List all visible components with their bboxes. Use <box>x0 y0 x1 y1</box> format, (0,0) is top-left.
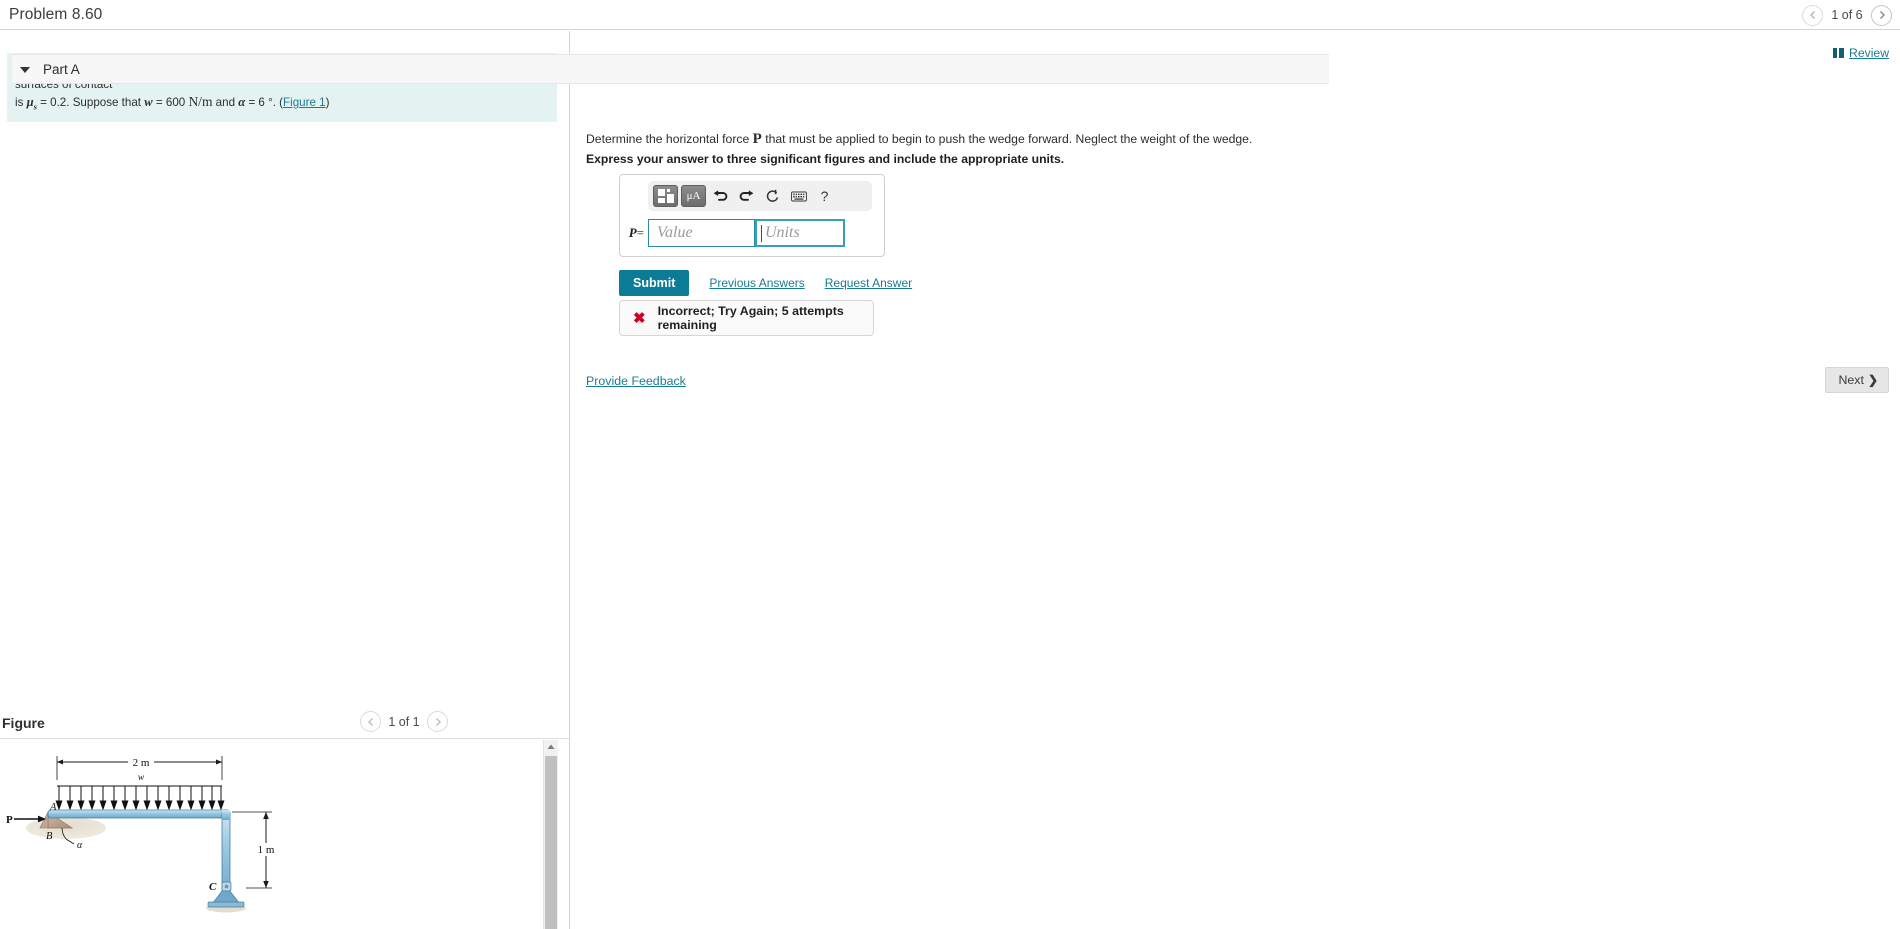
distributed-load-arrows <box>55 786 225 811</box>
figure-link[interactable]: Figure 1 <box>283 96 326 109</box>
math-template-icon[interactable] <box>653 185 678 207</box>
chevron-left-icon <box>367 717 373 726</box>
question-p-symbol: P <box>752 131 762 147</box>
chevron-right-icon: ❯ <box>1867 373 1878 387</box>
submit-button[interactable]: Submit <box>619 270 690 296</box>
part-a-title: Part A <box>43 62 80 77</box>
answer-units-input[interactable]: Units <box>755 219 845 247</box>
answer-prefix-equals: = <box>636 225 644 240</box>
keyboard-icon[interactable] <box>787 185 810 207</box>
answer-value-input[interactable]: Value <box>648 219 755 247</box>
answer-units-placeholder: Units <box>765 224 800 241</box>
next-problem-button[interactable] <box>1871 4 1892 26</box>
top-bar: Problem 8.60 1 of 6 <box>0 0 1900 30</box>
figure-panel-header: Figure 1 of 1 <box>0 706 569 739</box>
feedback-banner: ✖ Incorrect; Try Again; 5 attempts remai… <box>619 300 874 336</box>
figure-prev-button[interactable] <box>360 711 381 732</box>
horizontal-beam <box>47 809 231 819</box>
part-a-header[interactable]: Part A <box>12 54 1329 84</box>
triangle-up-icon <box>547 744 555 749</box>
point-c-label: C <box>209 881 217 893</box>
text-caret <box>761 225 762 242</box>
answer-widget: μA ? P= Value Units <box>619 174 885 257</box>
problem-pager: 1 of 6 <box>1802 3 1892 27</box>
answer-instruction: Express your answer to three significant… <box>586 152 1065 166</box>
chevron-left-icon <box>1809 11 1815 19</box>
answer-toolbar: μA ? <box>648 181 872 211</box>
scrollbar-thumb[interactable] <box>545 756 557 929</box>
review-control[interactable]: Review <box>1833 46 1889 60</box>
redo-glyph <box>739 189 754 201</box>
next-button-label: Next <box>1838 373 1864 387</box>
feedback-message: Incorrect; Try Again; 5 attempts remaini… <box>657 304 844 332</box>
figure-next-button[interactable] <box>427 711 448 732</box>
point-b-label: B <box>46 831 53 842</box>
reset-glyph <box>766 189 779 202</box>
redo-arrow-icon[interactable] <box>735 185 758 207</box>
book-icon <box>1833 48 1845 58</box>
force-p-label: P <box>6 814 13 826</box>
angle-alpha-label: α <box>77 840 83 851</box>
pin-support-base <box>207 901 245 908</box>
dim-top-label: 2 m <box>133 757 150 769</box>
dim-right-label: 1 m <box>258 844 275 856</box>
chevron-right-icon <box>1879 11 1885 19</box>
reset-circular-arrow-icon[interactable] <box>761 185 784 207</box>
question-text-suffix: that must be applied to begin to push th… <box>761 132 1253 146</box>
question-mark-icon[interactable]: ? <box>813 185 836 207</box>
undo-glyph <box>713 189 728 201</box>
problem-statement-mid-1: = 0.2. Suppose that <box>36 96 145 109</box>
review-link-label[interactable]: Review <box>1849 46 1889 60</box>
problem-statement-suffix: ) <box>325 96 330 109</box>
point-a-label: A <box>49 802 57 813</box>
figure-pager: 1 of 1 <box>360 711 448 732</box>
answer-value-placeholder: Value <box>657 224 693 241</box>
prev-problem-button[interactable] <box>1802 4 1823 26</box>
figure-panel-title: Figure <box>2 715 45 731</box>
load-label: w <box>138 773 145 783</box>
answer-prefix-variable: P <box>628 225 637 240</box>
request-answer-link[interactable]: Request Answer <box>825 276 912 290</box>
answer-input-row: P= Value Units <box>620 216 884 250</box>
caret-down-icon[interactable] <box>20 67 30 73</box>
problem-pager-label: 1 of 6 <box>1831 8 1863 22</box>
figure-pager-label: 1 of 1 <box>388 714 420 729</box>
error-x-icon: ✖ <box>633 309 646 327</box>
micro-amp-label: μA <box>686 189 701 202</box>
page-title: Problem 8.60 <box>9 6 103 23</box>
provide-feedback-link[interactable]: Provide Feedback <box>586 374 686 388</box>
chevron-right-icon <box>435 717 441 726</box>
figure-scrollbar[interactable] <box>543 740 558 929</box>
figure-image-container: 2 m w P A B α C 1 m <box>0 740 569 929</box>
previous-answers-link[interactable]: Previous Answers <box>709 276 804 290</box>
wedge-beam-diagram: 2 m w P A B α C 1 m <box>6 756 279 913</box>
mu-symbol: μ <box>26 95 34 109</box>
problem-statement-mid-2: = 600 <box>152 96 189 109</box>
problem-statement-line-2-prefix: is <box>15 96 27 109</box>
scroll-up-button[interactable] <box>544 740 558 754</box>
mastering-physics-page: Problem 8.60 1 of 6 The wedge is used to… <box>0 0 1900 929</box>
left-panel: The wedge is used to level the member. T… <box>0 31 570 929</box>
micro-amp-icon[interactable]: μA <box>681 185 706 207</box>
question-text: Determine the horizontal force P that mu… <box>586 131 1252 148</box>
problem-statement-mid-3: and <box>212 96 239 109</box>
answer-actions: Submit Previous Answers Request Answer <box>619 270 912 296</box>
template-glyph <box>657 189 674 203</box>
w-symbol: w <box>144 95 153 109</box>
undo-arrow-icon[interactable] <box>709 185 732 207</box>
problem-statement-mid-4: = 6 °. ( <box>245 96 284 109</box>
keyboard-glyph <box>790 191 807 201</box>
answer-prefix-label: P= <box>620 225 648 241</box>
next-button[interactable]: Next ❯ <box>1825 367 1889 393</box>
question-text-prefix: Determine the horizontal force <box>586 132 753 146</box>
units-n-per-m: N/m <box>188 94 213 109</box>
